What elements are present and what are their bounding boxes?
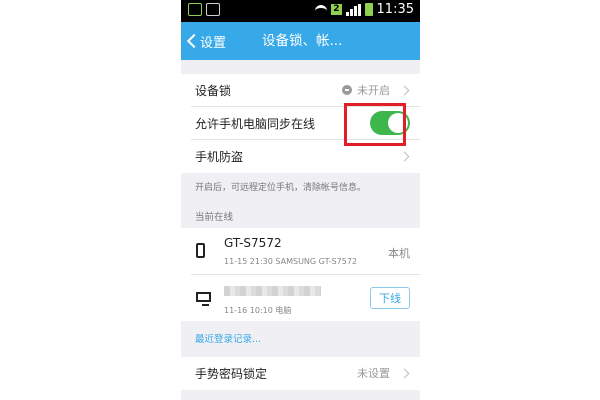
notification-icons — [188, 3, 220, 16]
back-label: 设置 — [200, 35, 227, 51]
phone-screen: 2 11:35 设置 设备锁、帐... 设备锁 未开启 允许手机电脑同步在线 手… — [181, 0, 420, 400]
device-row-desktop: 11-16 10:10 电脑 下线 — [181, 275, 420, 321]
page-title: 设备锁、帐... — [262, 33, 343, 49]
device-lock-label: 设备锁 — [195, 83, 232, 98]
allow-sync-label: 允许手机电脑同步在线 — [195, 116, 316, 131]
device-lock-row[interactable]: 设备锁 未开启 — [181, 74, 420, 106]
device-meta: 11-15 21:30 SAMSUNG GT-S7572 — [224, 257, 358, 266]
chevron-left-icon — [186, 33, 202, 49]
desktop-icon — [196, 292, 211, 306]
image-notification-icon — [206, 3, 220, 16]
current-device-tag: 本机 — [388, 247, 410, 260]
anti-theft-label: 手机防盗 — [195, 149, 244, 164]
app-notification-icon — [188, 3, 202, 16]
device-lock-status-text: 未开启 — [357, 84, 390, 97]
lock-status-icon — [342, 85, 352, 95]
blurred-device-name — [224, 286, 321, 296]
phone-icon — [196, 243, 205, 258]
online-section-label: 当前在线 — [195, 212, 234, 223]
hint-text: 开启后，可远程定位手机，清除帐号信息。 — [195, 183, 367, 193]
chevron-right-icon — [399, 151, 410, 161]
app-bar: 设置 设备锁、帐... — [181, 22, 420, 60]
wifi-icon — [315, 4, 328, 15]
chevron-right-icon — [399, 368, 410, 378]
gesture-lock-row[interactable]: 手势密码锁定 未设置 — [181, 357, 420, 389]
status-time: 11:35 — [376, 2, 414, 17]
device-row-phone: GT-S7572 11-15 21:30 SAMSUNG GT-S7572 本机 — [181, 228, 420, 274]
signal-icon — [345, 3, 361, 16]
status-right: 2 11:35 — [315, 2, 414, 17]
highlight-box — [344, 103, 406, 146]
battery-icon — [364, 3, 373, 16]
gesture-lock-label: 手势密码锁定 — [195, 366, 268, 381]
offline-button[interactable]: 下线 — [370, 287, 410, 309]
gesture-group: 手势密码锁定 未设置 — [181, 357, 420, 390]
device-lock-status: 未开启 — [342, 82, 390, 98]
recent-login-link[interactable]: 最近登录记录... — [195, 331, 261, 345]
device-meta: 11-16 10:10 电脑 — [224, 306, 292, 315]
online-devices-group: GT-S7572 11-15 21:30 SAMSUNG GT-S7572 本机… — [181, 228, 420, 321]
status-bar: 2 11:35 — [181, 0, 420, 22]
chevron-right-icon — [399, 85, 410, 95]
back-button[interactable]: 设置 — [185, 22, 226, 60]
sim-badge: 2 — [331, 4, 342, 15]
device-name: GT-S7572 — [224, 236, 282, 250]
gesture-lock-status: 未设置 — [357, 367, 390, 380]
